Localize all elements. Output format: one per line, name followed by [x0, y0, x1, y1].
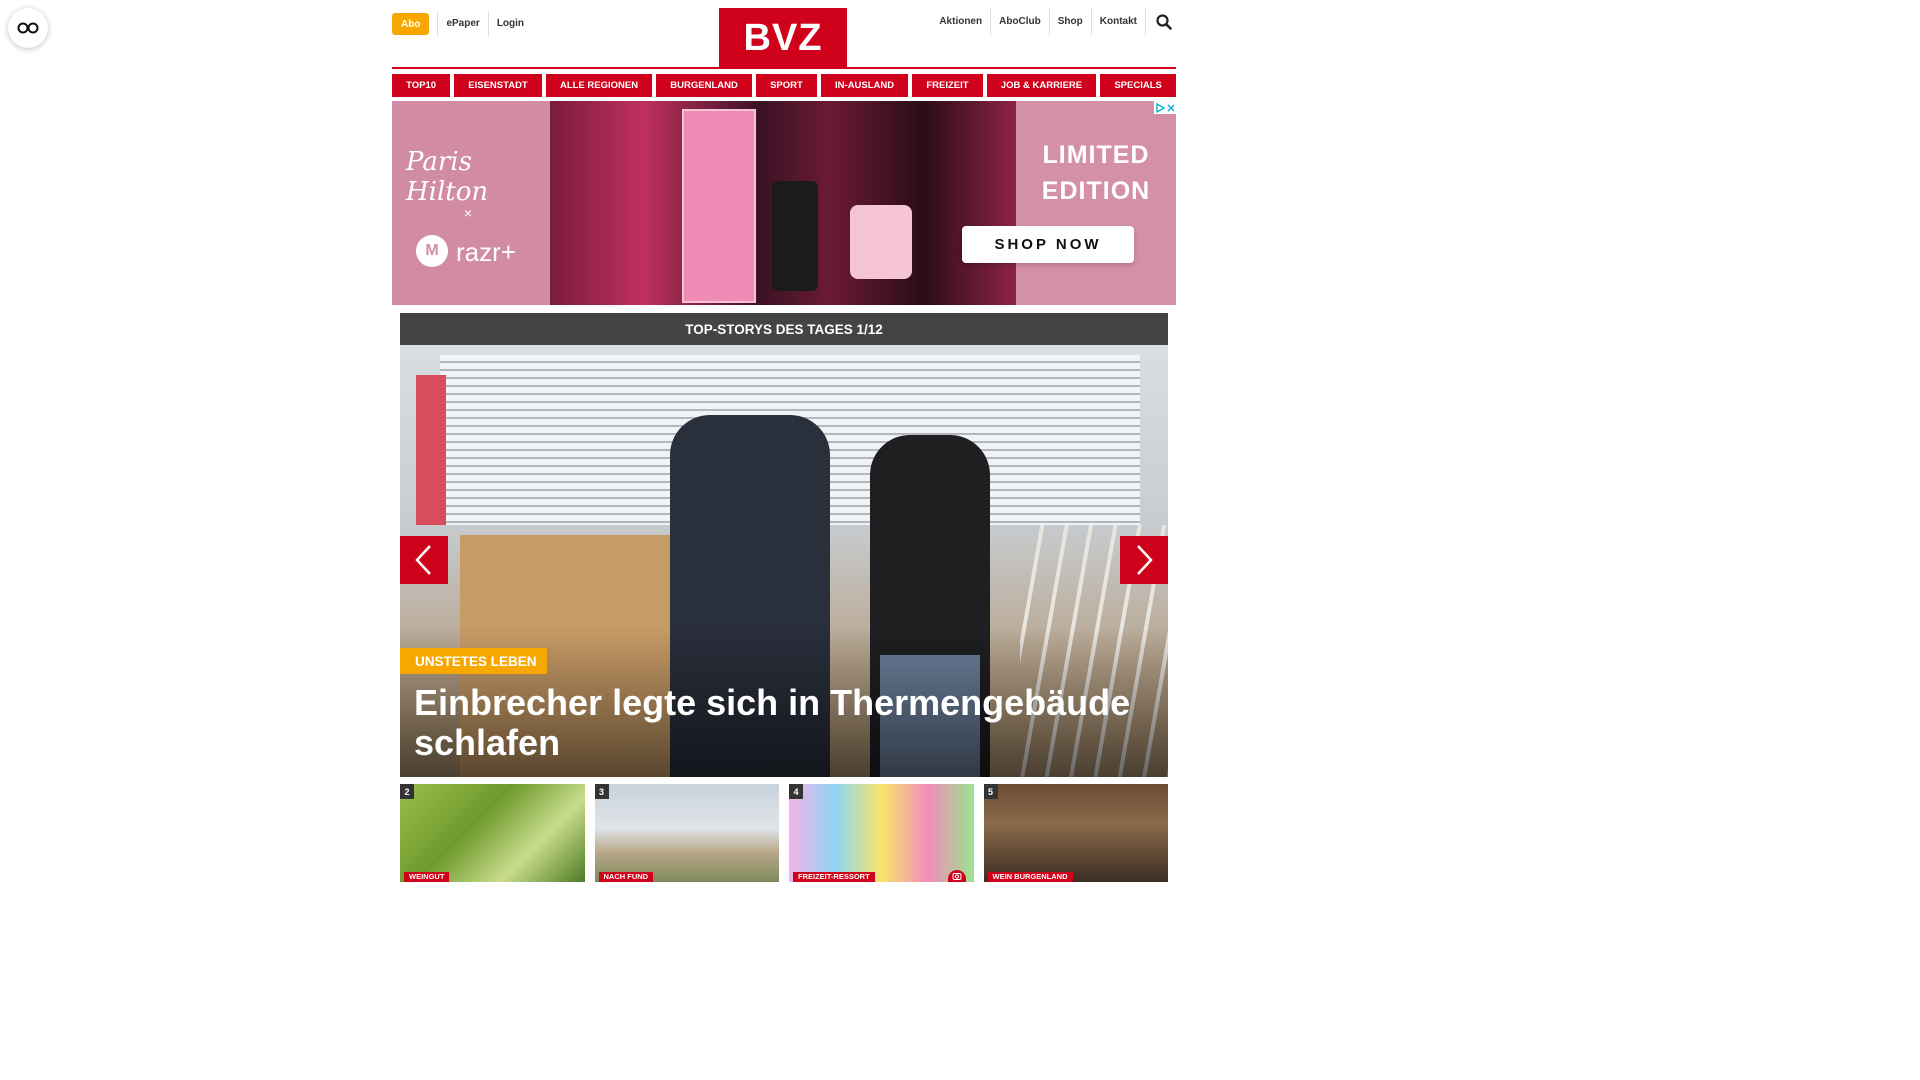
ad-shop-now-button[interactable]: SHOP NOW: [962, 226, 1134, 263]
nav-item-freizeit[interactable]: FREIZEIT: [912, 74, 983, 97]
motorola-logo-icon: M: [416, 235, 448, 267]
story-thumb[interactable]: 5 WEIN BURGENLAND: [983, 784, 1168, 882]
site-logo[interactable]: BVZ: [719, 8, 847, 68]
adchoices-icon: [1155, 102, 1165, 113]
hero-image-wall: [416, 375, 446, 525]
nav-item-specials[interactable]: SPECIALS: [1100, 74, 1176, 97]
kontakt-link[interactable]: Kontakt: [1092, 9, 1145, 35]
nav-item-burgenland[interactable]: BURGENLAND: [656, 74, 752, 97]
story-thumb[interactable]: 3 NACH FUND: [594, 784, 779, 882]
header-divider-line: [392, 67, 1176, 69]
story-thumb-tag: NACH FUND: [598, 872, 654, 882]
ad-headline-line2: EDITION: [1041, 177, 1151, 205]
close-icon: [1167, 104, 1174, 111]
story-thumb-number: 3: [594, 784, 609, 799]
slider-prev-button[interactable]: [400, 536, 448, 584]
divider: [1145, 9, 1146, 35]
ad-product-name: razr+: [456, 237, 516, 267]
shop-link[interactable]: Shop: [1050, 9, 1091, 35]
chevron-left-icon: [415, 545, 431, 575]
ad-product-box: [682, 109, 756, 303]
glasses-icon: [17, 22, 39, 34]
search-button[interactable]: [1152, 9, 1176, 35]
ad-product-image: [550, 101, 1016, 305]
slider-next-button[interactable]: [1120, 536, 1168, 584]
top-stories-heading: TOP-STORYS DES TAGES 1/12: [400, 313, 1168, 345]
ad-headline-line1: LIMITED: [1042, 141, 1150, 169]
ad-phone: [772, 181, 818, 291]
ad-cta-panel: LIMITED EDITION SHOP NOW: [962, 101, 1176, 305]
story-thumb-number: 4: [789, 784, 803, 799]
header-left-links: Abo ePaper Login: [392, 11, 532, 37]
nav-item-alle-regionen[interactable]: ALLE REGIONEN: [545, 74, 653, 97]
accessibility-button[interactable]: [8, 8, 48, 48]
ad-headline: LIMITED EDITION: [1016, 137, 1176, 209]
page-wrapper: Abo ePaper Login BVZ Aktionen AboClub Sh…: [392, 0, 1176, 305]
ad-phone-case: [850, 205, 912, 279]
ad-brand-x: ×: [464, 205, 473, 221]
nav-item-sport[interactable]: SPORT: [755, 74, 817, 97]
story-kicker: UNSTETES LEBEN: [400, 648, 547, 674]
story-thumb-number: 2: [400, 784, 414, 799]
story-thumb[interactable]: 2 WEINGUT: [400, 784, 585, 882]
top-stories-slider: TOP-STORYS DES TAGES 1/12 UNSTETES LEBEN…: [400, 313, 1168, 777]
story-thumb-tag: WEINGUT: [404, 872, 450, 882]
abo-button[interactable]: Abo: [392, 13, 430, 35]
hero-story[interactable]: UNSTETES LEBEN Einbrecher legte sich in …: [400, 345, 1168, 777]
story-thumb-tag: FREIZEIT-RESSORT: [793, 872, 875, 882]
camera-icon: [947, 870, 966, 882]
epaper-link[interactable]: ePaper: [438, 11, 487, 37]
search-icon: [1156, 14, 1172, 30]
nav-item-top10[interactable]: TOP10: [392, 74, 451, 97]
chevron-right-icon: [1137, 545, 1153, 575]
ad-brand-panel: Paris Hilton × M razr+: [392, 101, 550, 305]
main-nav: TOP10 EISENSTADT ALLE REGIONEN BURGENLAN…: [392, 74, 1176, 97]
ad-banner[interactable]: Paris Hilton × M razr+ LIMITED EDITION S…: [392, 101, 1176, 305]
aktionen-link[interactable]: Aktionen: [931, 9, 990, 35]
story-thumb[interactable]: 4 FREIZEIT-RESSORT: [789, 784, 974, 882]
site-header: Abo ePaper Login BVZ Aktionen AboClub Sh…: [392, 0, 1176, 70]
nav-item-job-karriere[interactable]: JOB & KARRIERE: [986, 74, 1097, 97]
header-right-links: Aktionen AboClub Shop Kontakt: [931, 9, 1176, 35]
story-thumbnails: 2 WEINGUT 3 NACH FUND 4 FREIZEIT-RESSORT…: [400, 784, 1168, 882]
story-title[interactable]: Einbrecher legte sich in Thermengebäude …: [414, 683, 1154, 763]
aboclub-link[interactable]: AboClub: [991, 9, 1049, 35]
story-thumb-tag: WEIN BURGENLAND: [987, 872, 1073, 882]
nav-item-in-ausland[interactable]: IN-AUSLAND: [820, 74, 909, 97]
story-thumb-number: 5: [983, 784, 998, 799]
ad-brand-name: Paris Hilton: [406, 147, 489, 207]
nav-item-eisenstadt[interactable]: EISENSTADT: [454, 74, 542, 97]
login-link[interactable]: Login: [489, 11, 532, 37]
ad-choices-close[interactable]: [1154, 101, 1176, 114]
